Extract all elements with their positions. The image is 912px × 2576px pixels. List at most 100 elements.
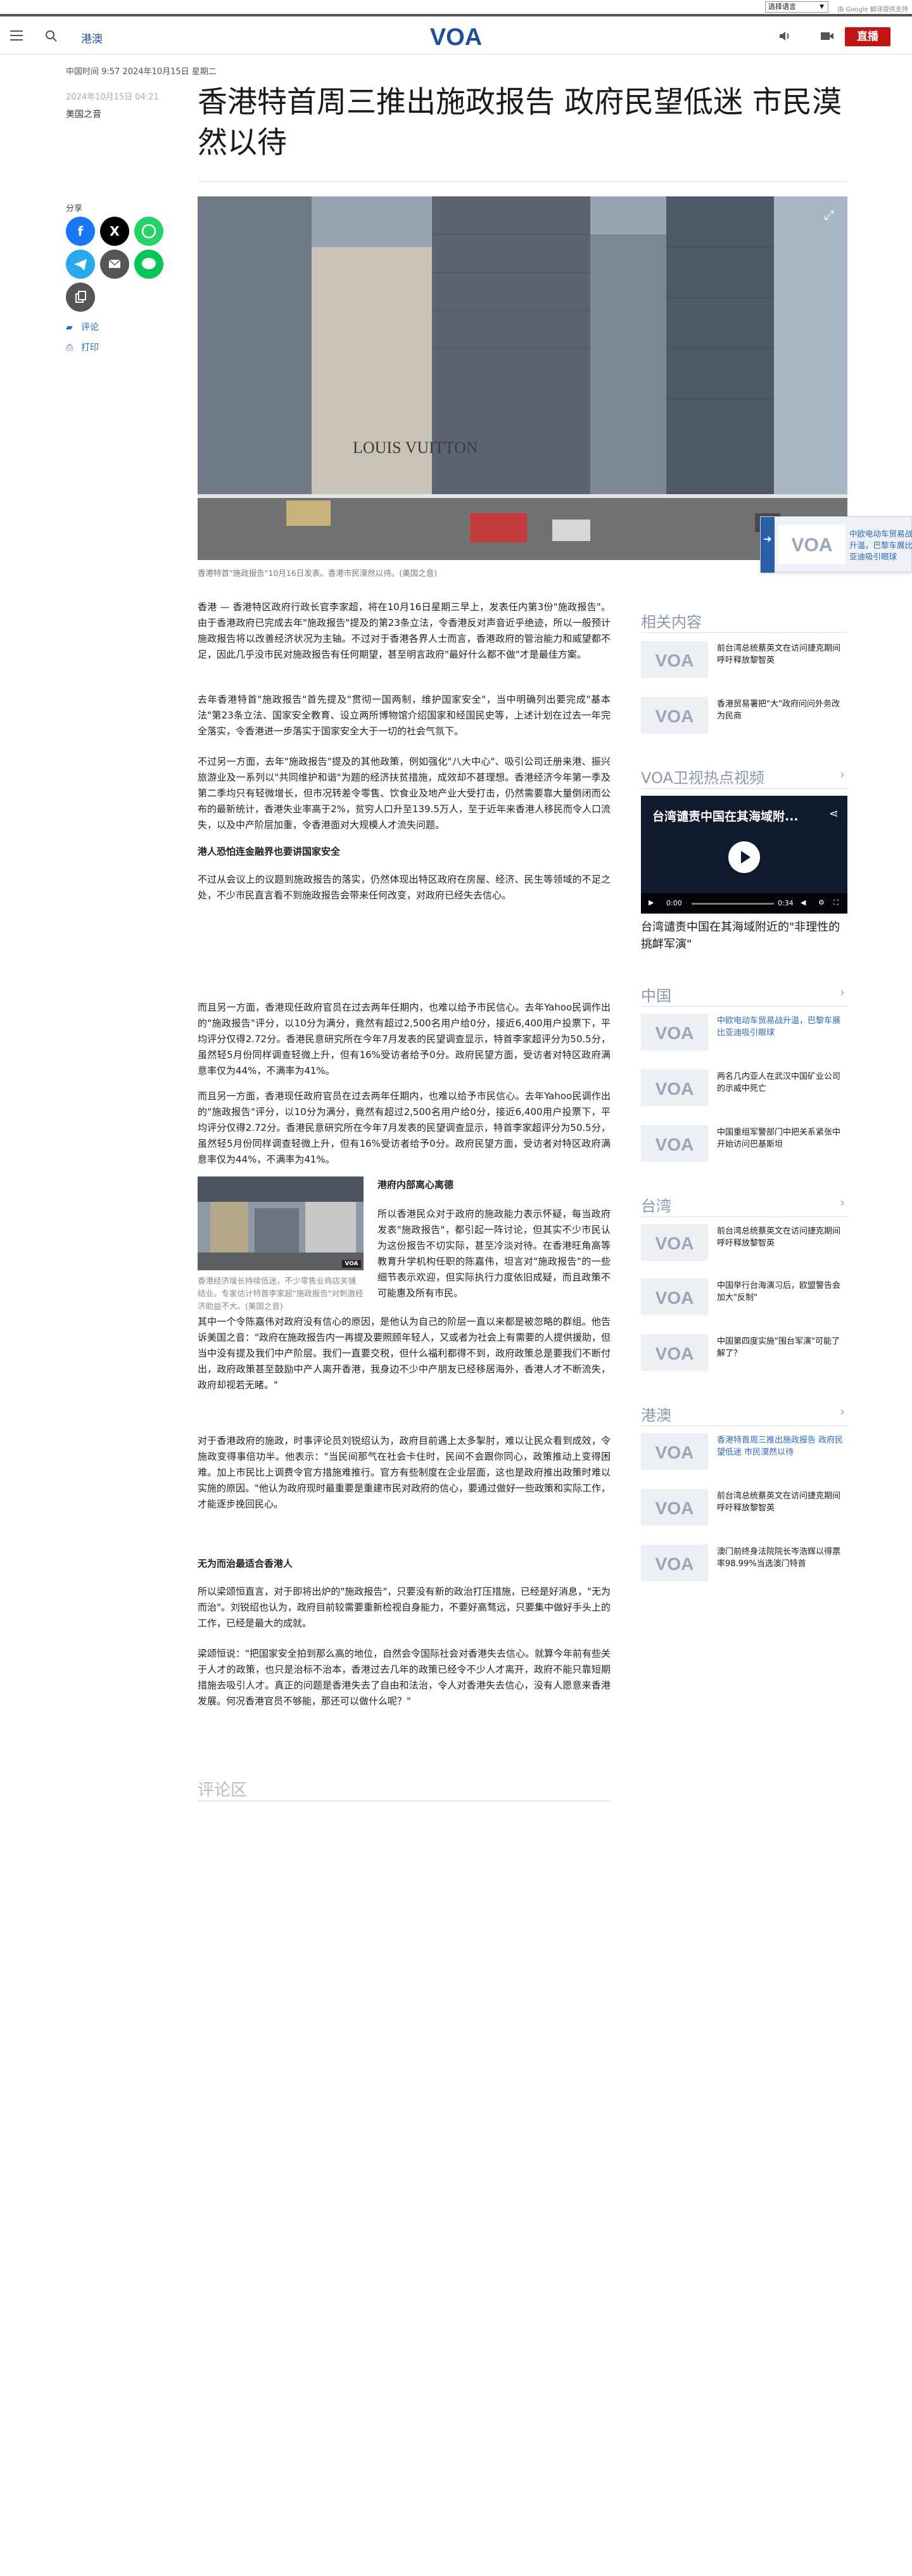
line-share-button[interactable] xyxy=(134,250,163,279)
language-select[interactable]: 选择语言 ▼ xyxy=(765,1,828,13)
taiwan-item[interactable]: VOA 中国举行台海演习后，欧盟警告会加大"反制" xyxy=(641,1278,847,1318)
arrow-right-icon[interactable]: ➔ xyxy=(761,517,775,573)
hk-title[interactable]: 香港特首周三推出施政报告 政府民望低迷 市民漠然以待 xyxy=(717,1434,847,1458)
facebook-share-button[interactable]: f xyxy=(66,217,95,246)
menu-icon[interactable] xyxy=(10,30,23,41)
email-share-button[interactable] xyxy=(100,250,129,279)
paragraph: 不过从会议上的议题到施政报告的落实，仍然体现出特区政府在房屋、经济、民生等领域的… xyxy=(198,874,611,901)
play-icon[interactable] xyxy=(728,841,760,873)
voa-logo-icon: VOA xyxy=(791,535,832,556)
video-overlay-title: 台湾谴责中国在其海域附... xyxy=(652,810,799,824)
hk-title[interactable]: 澳门前终身法院院长岑浩辉以得票率98.99%当选澳门特首 xyxy=(717,1546,847,1570)
search-icon[interactable] xyxy=(44,29,58,43)
china-title[interactable]: 两名几内亚人在武汉中国矿业公司的示威中死亡 xyxy=(717,1071,847,1095)
voa-watermark: VOA xyxy=(342,1260,361,1268)
section-link[interactable]: 港澳 xyxy=(81,30,103,46)
china-item[interactable]: VOA 中欧电动车贸易战升温，巴黎车展比亚迪吸引眼球 xyxy=(641,1014,847,1053)
comment-label: 评论 xyxy=(81,322,99,333)
china-item[interactable]: VOA 中国重组军警部门中把关系紧张中开始访问巴基斯坦 xyxy=(641,1125,847,1164)
voa-logo[interactable]: VOA xyxy=(423,24,489,51)
chevron-down-icon: ▼ xyxy=(820,4,824,10)
paragraph: 而且另一方面，香港现任政府官员在过去两年任期内，也难以给予市民信心。去年Yaho… xyxy=(198,1090,611,1165)
telegram-share-button[interactable] xyxy=(66,250,95,279)
svg-text:LOUIS VUITTON: LOUIS VUITTON xyxy=(353,438,478,457)
chevron-right-icon: › xyxy=(840,1404,845,1419)
voa-logo-icon: VOA xyxy=(641,1278,708,1315)
voa-logo-icon: VOA xyxy=(641,1125,708,1162)
related-title[interactable]: 前台湾总统蔡英文在访问捷克期间呼吁释放黎智英 xyxy=(717,642,847,666)
taiwan-heading[interactable]: 台湾 › xyxy=(641,1194,847,1216)
hk-title[interactable]: 前台湾总统蔡英文在访问捷克期间呼吁释放黎智英 xyxy=(717,1490,847,1514)
x-share-button[interactable]: X xyxy=(100,217,129,246)
svg-text:VOA: VOA xyxy=(656,1443,694,1462)
video-player[interactable]: 台湾谴责中国在其海域附... ⋖ ▶ 0:00 0:34 ◀ ⚙ ⛶ xyxy=(641,796,847,914)
play-small-icon[interactable]: ▶ xyxy=(649,898,654,907)
seek-bar[interactable] xyxy=(692,903,774,905)
comment-link[interactable]: ▰ 评论 xyxy=(66,321,99,333)
settings-icon[interactable]: ⚙ xyxy=(818,898,825,907)
translate-bar: 选择语言 ▼ 由 Google 翻译提供支持 xyxy=(0,0,912,16)
paragraph: 其中一个令陈嘉伟对政府没有信心的原因，是他认为自己的阶层一直以来都是被忽略的群组… xyxy=(198,1316,611,1391)
paragraph: 去年香港特首"施政报告"首先提及"贯彻一国两制，维护国家安全"，当中明确列出要完… xyxy=(198,694,611,737)
paragraph: 不过另一方面，去年"施政报告"提及的其他政策，例如强化"八大中心"、吸引公司迁册… xyxy=(198,756,611,831)
hong-kong-street-scene: LOUIS VUITTON xyxy=(198,196,847,560)
floating-news-widget[interactable]: ➔ VOA 中欧电动车贸易战升温，巴黎车展比亚迪吸引眼球 xyxy=(760,516,912,573)
byline: 美国之音 xyxy=(66,110,101,120)
expand-icon[interactable]: ⤢ xyxy=(821,207,837,223)
hk-heading[interactable]: 港澳 › xyxy=(641,1403,847,1425)
fullscreen-icon[interactable]: ⛶ xyxy=(833,898,839,907)
related-title[interactable]: 香港贸易署把"大"政府问问外务改为民商 xyxy=(717,698,847,722)
chevron-right-icon: › xyxy=(840,767,845,782)
voa-logo-icon: VOA xyxy=(641,1334,708,1371)
copy-link-button[interactable] xyxy=(66,283,95,312)
voa-logo-icon: VOA xyxy=(641,1014,708,1050)
print-link[interactable]: ⎙ 打印 xyxy=(66,341,99,354)
taiwan-item[interactable]: VOA 中国第四度实施"围台军演"可能了解了？ xyxy=(641,1334,847,1374)
paragraph: 所以香港民众对于政府的施政能力表示怀疑，每当政府发表"施政报告"，都引起一阵讨论… xyxy=(377,1208,611,1299)
taiwan-title[interactable]: 中国举行台海演习后，欧盟警告会加大"反制" xyxy=(717,1280,847,1304)
x-icon: X xyxy=(110,224,120,239)
related-heading: 相关内容 xyxy=(641,613,702,631)
hero-image: LOUIS VUITTON ⤢ xyxy=(198,196,847,560)
live-button[interactable]: 直播 xyxy=(845,27,890,46)
video-heading[interactable]: VOA卫视热点视频 › xyxy=(641,765,847,787)
video-icon[interactable] xyxy=(820,30,834,42)
video-title[interactable]: 台湾谴责中国在其海域附近的"非理性的挑衅军演" xyxy=(641,919,847,953)
audio-icon[interactable] xyxy=(778,30,792,42)
share-icon[interactable]: ⋖ xyxy=(829,807,839,820)
hk-item[interactable]: VOA 澳门前终身法院院长岑浩辉以得票率98.99%当选澳门特首 xyxy=(641,1545,847,1584)
voa-logo-icon: VOA xyxy=(641,1069,708,1106)
volume-icon[interactable]: ◀ xyxy=(801,898,806,907)
voa-logo-icon: VOA xyxy=(641,697,708,734)
video-duration: 0:34 xyxy=(778,899,794,907)
related-item[interactable]: VOA 前台湾总统蔡英文在访问捷克期间呼吁释放黎智英 xyxy=(641,641,847,680)
related-item[interactable]: VOA 香港贸易署把"大"政府问问外务改为民商 xyxy=(641,697,847,736)
china-item[interactable]: VOA 两名几内亚人在武汉中国矿业公司的示威中死亡 xyxy=(641,1069,847,1109)
logo-text: VOA xyxy=(430,25,482,48)
taiwan-item[interactable]: VOA 前台湾总统蔡英文在访问捷克期间呼吁释放黎智英 xyxy=(641,1224,847,1263)
china-title[interactable]: 中国重组军警部门中把关系紧张中开始访问巴基斯坦 xyxy=(717,1126,847,1151)
paragraph: 对于香港政府的施政，时事评论员刘锐绍认为，政府目前遇上太多掣肘，难以让民众看到成… xyxy=(198,1435,611,1510)
china-title[interactable]: 中欧电动车贸易战升温，巴黎车展比亚迪吸引眼球 xyxy=(717,1015,847,1039)
powered-by-google: 由 Google 翻译提供支持 xyxy=(837,6,908,13)
svg-text:VOA: VOA xyxy=(656,1023,694,1043)
line-icon xyxy=(142,258,156,269)
svg-text:VOA: VOA xyxy=(656,706,694,726)
hk-item[interactable]: VOA 香港特首周三推出施政报告 政府民望低迷 市民漠然以待 xyxy=(641,1433,847,1472)
inline-caption: 香港经济增长持续低迷，不少零售业商店关铺结业。专家估计特首李家超"施政报告"对刺… xyxy=(198,1276,364,1311)
language-select-label: 选择语言 xyxy=(768,3,796,11)
divider xyxy=(641,1216,847,1217)
hk-item[interactable]: VOA 前台湾总统蔡英文在访问捷克期间呼吁释放黎智英 xyxy=(641,1489,847,1528)
paragraph: 所以梁颂恒直言，对于即将出炉的"施政报告"，只要没有新的政治打压措施，已经是好消… xyxy=(198,1586,611,1629)
paragraph: 香港 — 香港特区政府行政长官李家超，将在10月16日星期三早上，发表任内第3份… xyxy=(198,601,611,660)
svg-text:VOA: VOA xyxy=(656,1288,694,1308)
taiwan-title[interactable]: 中国第四度实施"围台军演"可能了解了？ xyxy=(717,1336,847,1360)
video-controls: ▶ 0:00 0:34 ◀ ⚙ ⛶ xyxy=(641,893,847,914)
hero-caption: 香港特首"施政报告"10月16日发表。香港市民漠然以待。(美国之音) xyxy=(198,568,438,578)
china-heading[interactable]: 中国 › xyxy=(641,983,847,1005)
facebook-icon: f xyxy=(77,224,84,239)
taiwan-title[interactable]: 前台湾总统蔡英文在访问捷克期间呼吁释放黎智英 xyxy=(717,1225,847,1249)
whatsapp-share-button[interactable] xyxy=(134,217,163,246)
comment-icon: ▰ xyxy=(66,322,73,333)
site-header: 港澳 VOA 直播 xyxy=(0,19,912,54)
